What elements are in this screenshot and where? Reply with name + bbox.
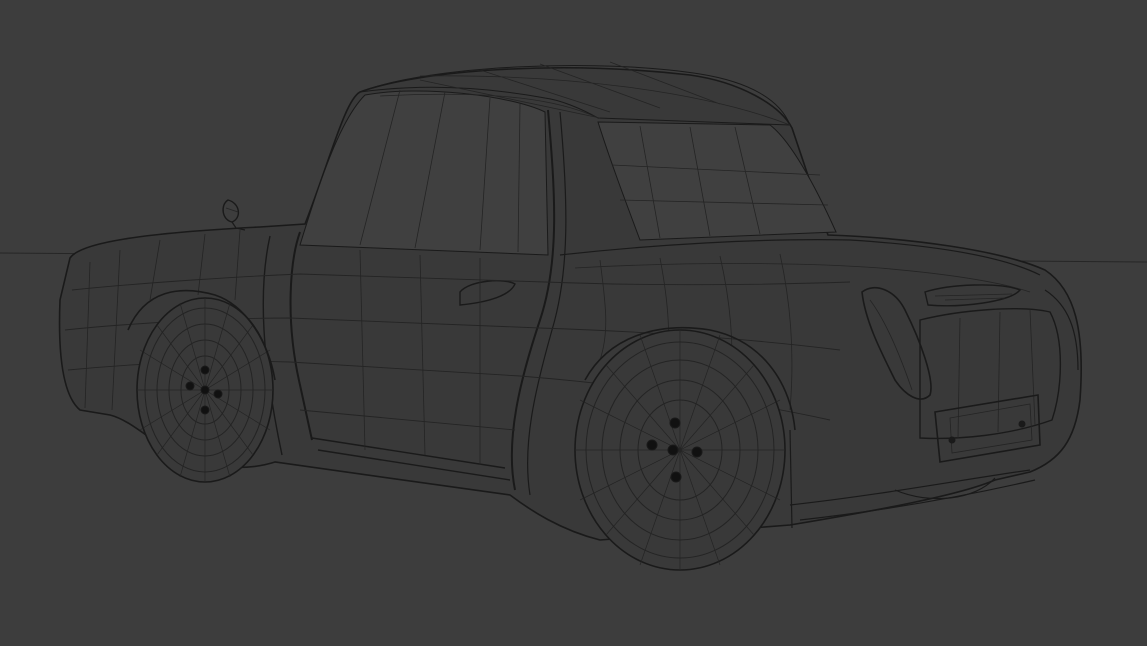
front-wheel xyxy=(574,329,786,571)
wireframe-car-model[interactable] xyxy=(0,0,1147,646)
3d-viewport[interactable] xyxy=(0,0,1147,646)
side-mirror xyxy=(222,199,246,231)
front-windshield xyxy=(597,121,837,241)
side-window xyxy=(299,90,549,256)
